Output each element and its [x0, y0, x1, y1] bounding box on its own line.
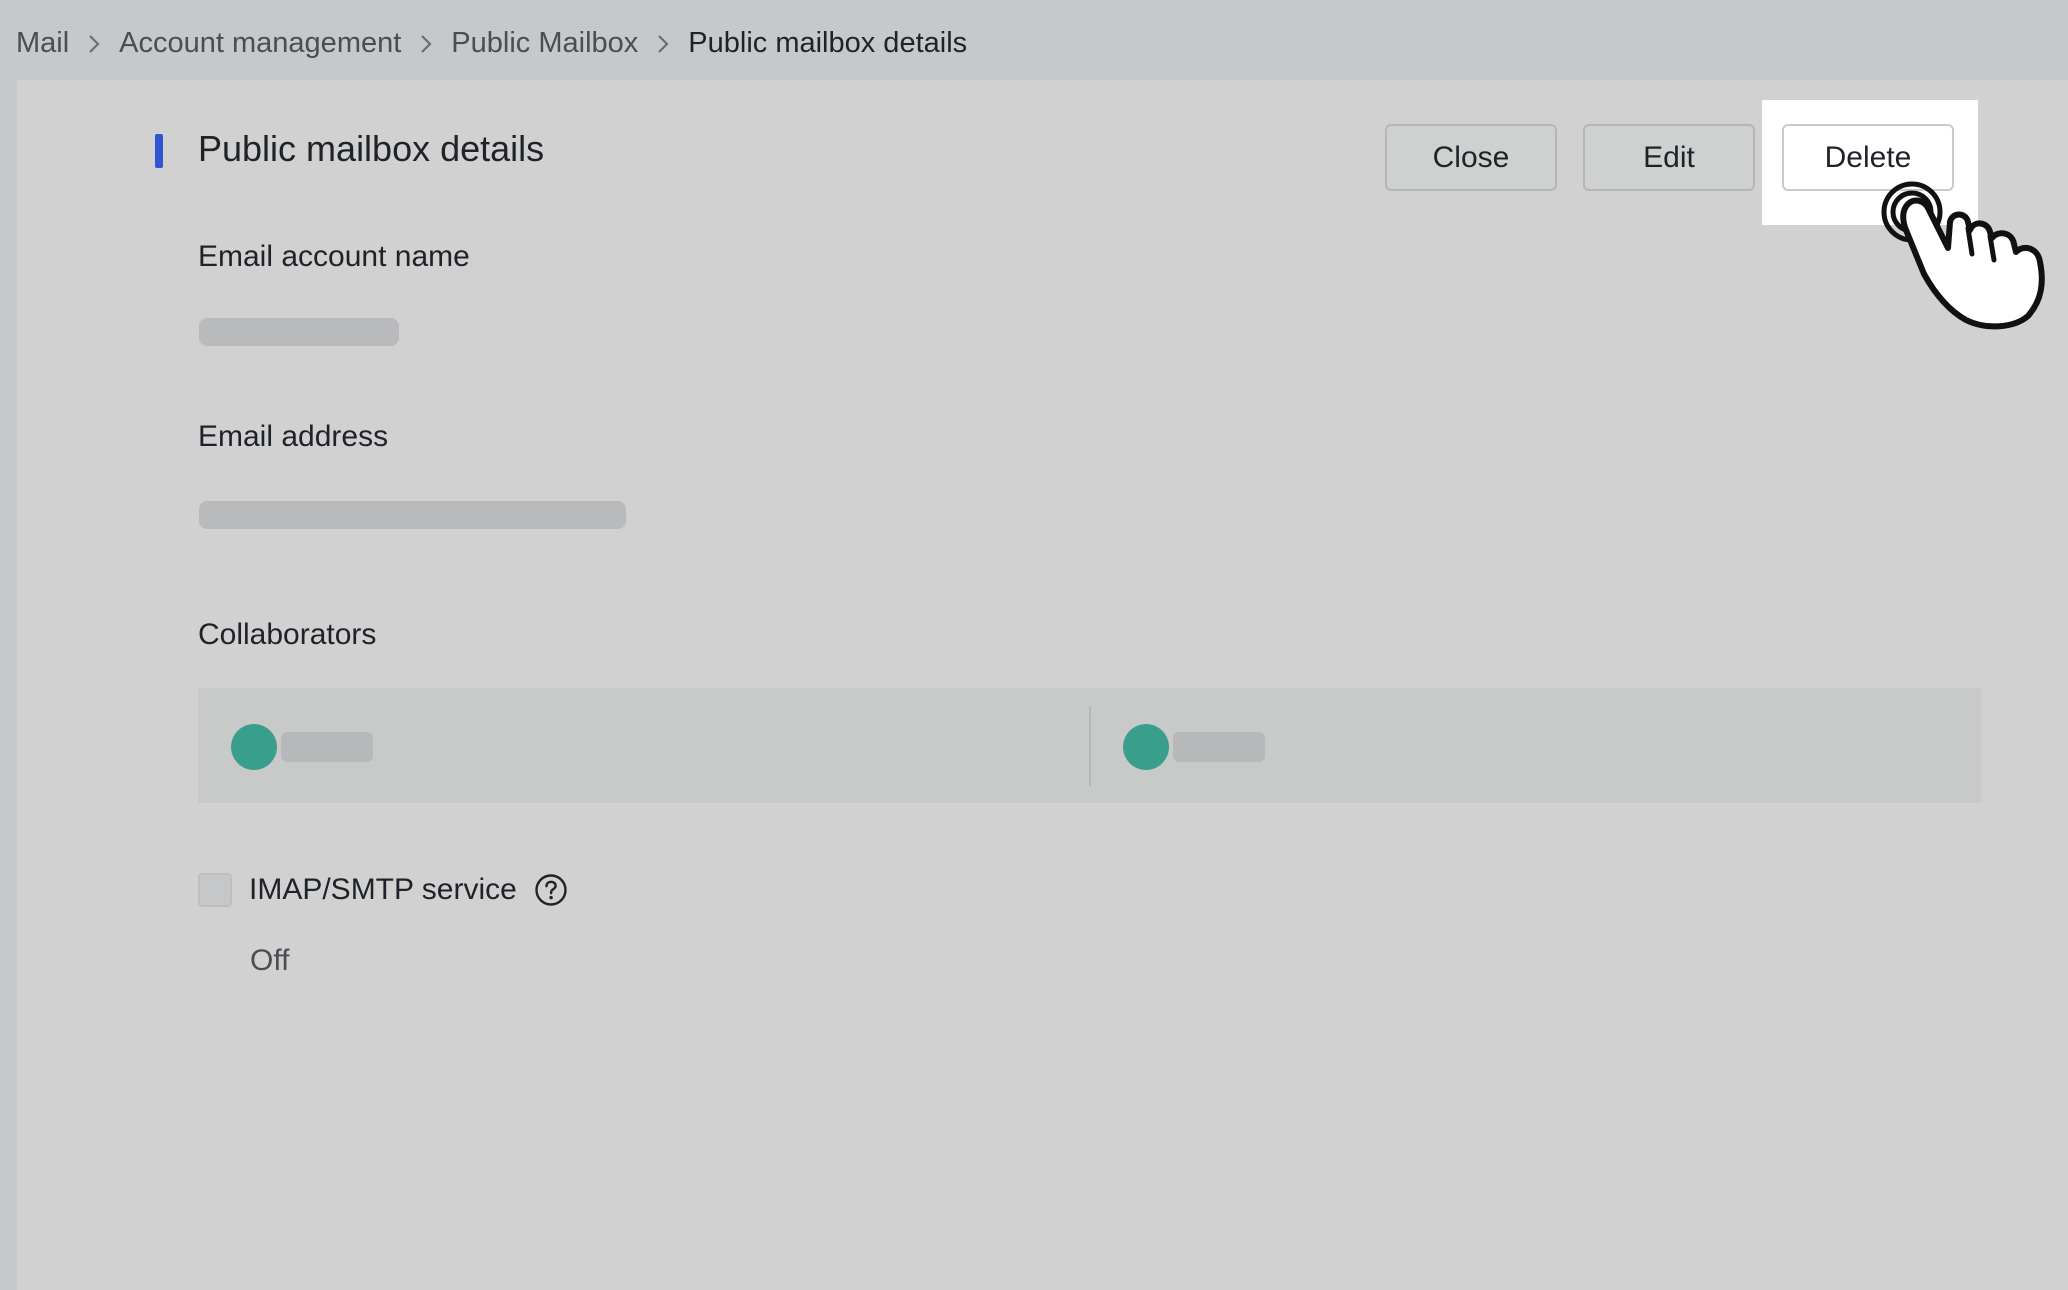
page-title: Public mailbox details	[198, 128, 545, 169]
email-address-value-placeholder	[199, 501, 626, 529]
breadcrumb-item-account-management[interactable]: Account management	[119, 27, 401, 60]
email-account-name-label: Email account name	[198, 240, 470, 273]
collaborator-name-placeholder	[281, 732, 373, 762]
divider	[1089, 706, 1091, 786]
avatar	[1123, 724, 1169, 770]
page: Mail Account management Public Mailbox P…	[0, 0, 2068, 1290]
details-panel: Public mailbox details Close Edit Delete…	[17, 80, 2068, 1290]
question-circle-icon[interactable]	[534, 873, 568, 907]
breadcrumb-item-mail[interactable]: Mail	[16, 27, 69, 60]
collaborators-label: Collaborators	[198, 618, 377, 651]
chevron-right-icon	[401, 27, 451, 60]
imap-smtp-row: IMAP/SMTP service	[198, 870, 568, 910]
collaborators-list	[198, 688, 1981, 803]
close-button[interactable]: Close	[1385, 124, 1557, 191]
breadcrumb: Mail Account management Public Mailbox P…	[16, 20, 967, 66]
imap-smtp-label: IMAP/SMTP service	[249, 873, 517, 906]
chevron-right-icon	[638, 27, 688, 60]
email-account-name-value-placeholder	[199, 318, 399, 346]
chevron-right-icon	[69, 27, 119, 60]
imap-smtp-status: Off	[250, 944, 290, 977]
hand-pointer-icon	[1881, 181, 2045, 330]
imap-smtp-checkbox[interactable]	[198, 873, 232, 907]
section-marker	[155, 134, 163, 168]
email-address-label: Email address	[198, 420, 389, 453]
avatar	[231, 724, 277, 770]
breadcrumb-current: Public mailbox details	[688, 26, 968, 59]
breadcrumb-item-public-mailbox[interactable]: Public Mailbox	[451, 27, 638, 60]
edit-button[interactable]: Edit	[1583, 124, 1755, 191]
collaborator-name-placeholder	[1173, 732, 1265, 762]
